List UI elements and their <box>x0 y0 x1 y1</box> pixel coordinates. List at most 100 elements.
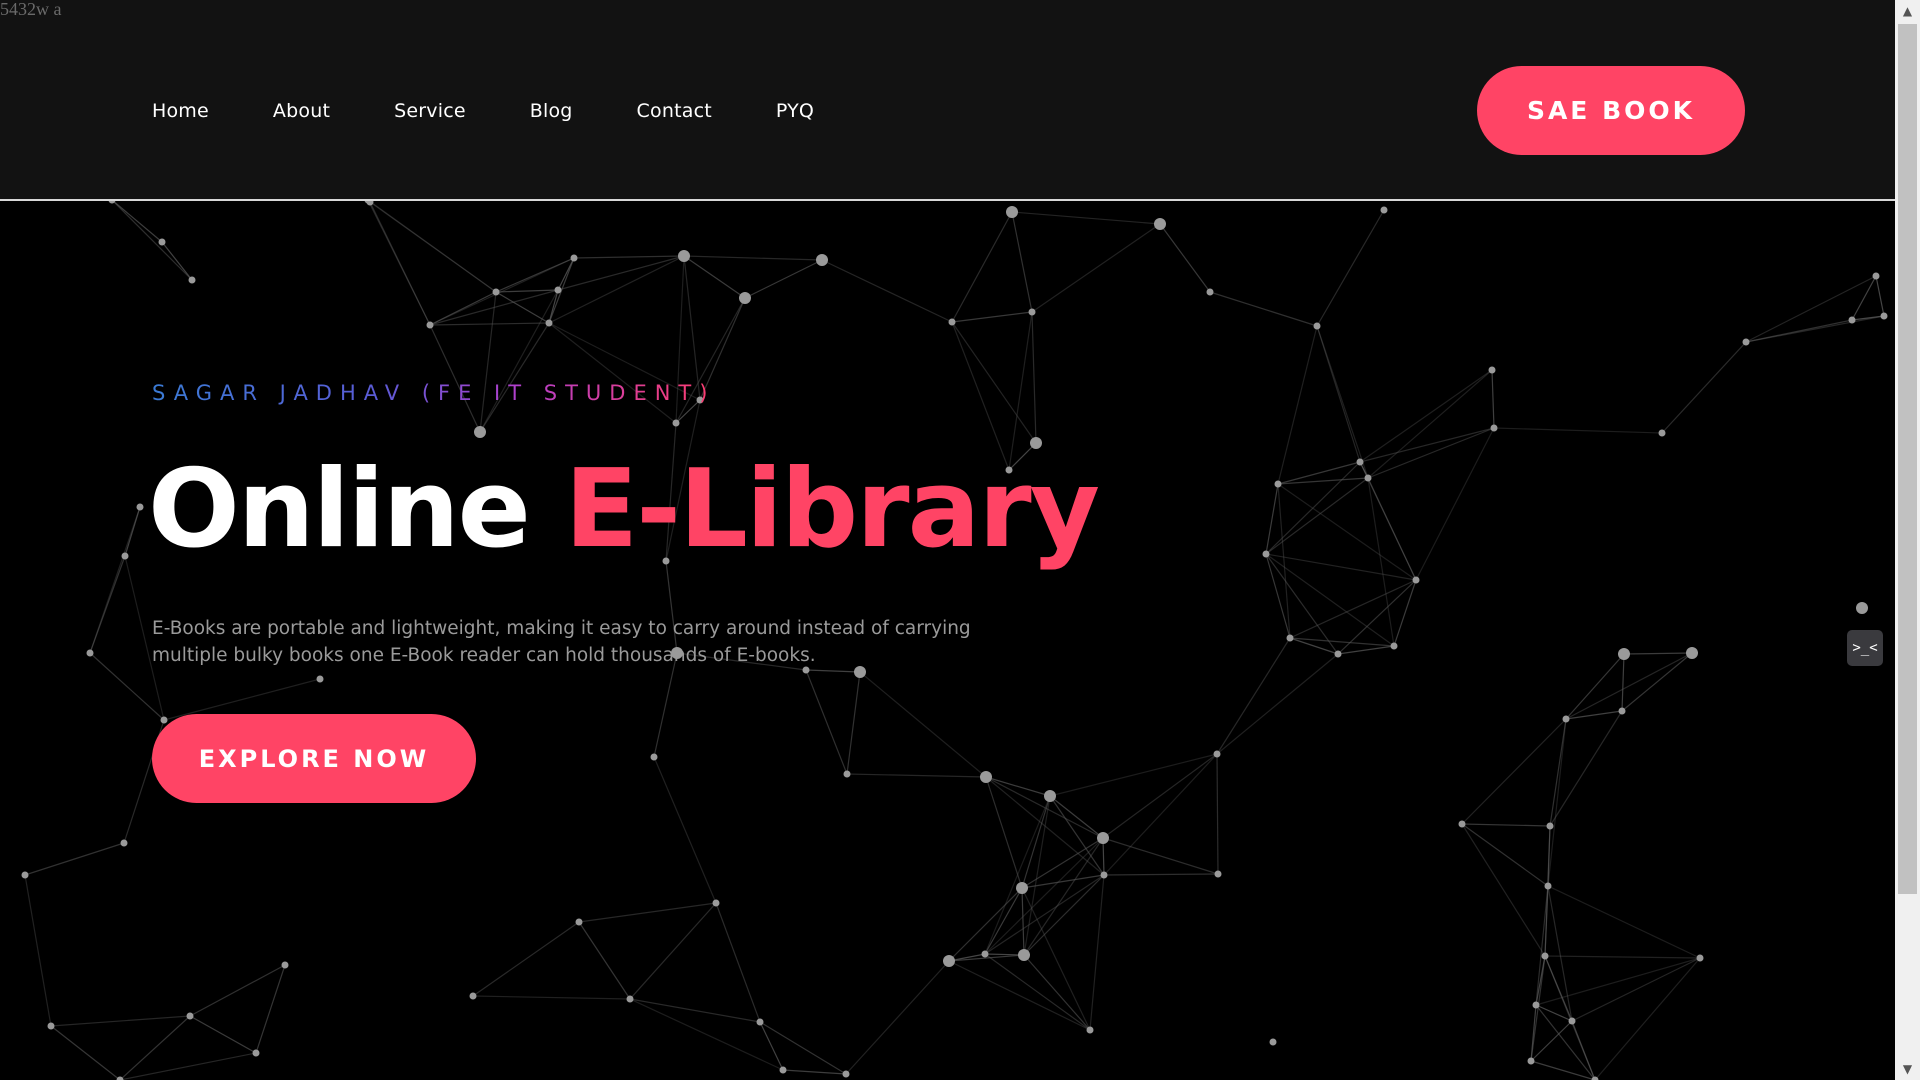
network-node <box>474 426 486 438</box>
nav-home[interactable]: Home <box>152 95 209 127</box>
vertical-scrollbar[interactable]: ▲ ▼ <box>1895 0 1920 1080</box>
network-node <box>1458 820 1466 828</box>
stray-text: 5432w a <box>0 0 62 19</box>
network-node <box>1490 424 1498 432</box>
network-node <box>1532 1001 1540 1009</box>
network-node <box>712 899 720 907</box>
network-node <box>1742 338 1750 346</box>
network-node <box>160 716 168 724</box>
network-node <box>86 649 94 657</box>
network-node <box>843 770 851 778</box>
header: Home About Service Blog Contact PYQ SAE … <box>0 0 1895 201</box>
network-node <box>1086 1026 1094 1034</box>
network-node <box>1214 870 1222 878</box>
main-nav: Home About Service Blog Contact PYQ <box>152 95 878 127</box>
network-node <box>1044 790 1056 802</box>
network-node <box>1880 312 1888 320</box>
network-node <box>678 250 690 262</box>
network-node <box>1696 954 1704 962</box>
network-node <box>121 552 129 560</box>
network-node <box>779 1066 787 1074</box>
network-node <box>188 276 196 284</box>
network-node <box>1546 822 1554 830</box>
network-node <box>842 1070 850 1078</box>
network-node <box>1568 1017 1576 1025</box>
network-node <box>1262 550 1270 558</box>
explore-now-button[interactable]: EXPLORE NOW <box>152 714 476 803</box>
network-node <box>1541 952 1549 960</box>
hero-kicker: SAGAR JADHAV (FE IT STUDENT) <box>152 381 716 405</box>
network-node <box>1364 474 1372 482</box>
network-node <box>756 1018 764 1026</box>
sae-book-button[interactable]: SAE BOOK <box>1477 66 1745 155</box>
network-node <box>1100 871 1108 879</box>
network-node <box>570 254 578 262</box>
nav-about[interactable]: About <box>273 95 330 127</box>
network-node <box>1527 1057 1535 1065</box>
network-node <box>943 955 955 967</box>
network-node <box>120 839 128 847</box>
network-node <box>469 992 477 1000</box>
network-node <box>1028 308 1036 316</box>
network-node <box>650 753 658 761</box>
network-node <box>1618 707 1626 715</box>
network-node <box>1856 602 1868 614</box>
network-node <box>1018 949 1030 961</box>
network-node <box>1488 366 1496 374</box>
hero-description: E-Books are portable and lightweight, ma… <box>152 618 971 666</box>
network-node <box>1658 429 1666 437</box>
network-node <box>739 292 751 304</box>
nav-service[interactable]: Service <box>394 95 466 127</box>
network-node <box>1097 832 1109 844</box>
network-node <box>1286 634 1294 642</box>
network-node <box>1213 750 1221 758</box>
network-node <box>626 995 634 1003</box>
network-node <box>545 319 553 327</box>
network-node <box>316 675 324 683</box>
network-node <box>1686 647 1698 659</box>
hero-title-word-elibrary: E-Library <box>564 447 1100 572</box>
network-node <box>1269 1038 1277 1046</box>
hero-title-word-online: Online <box>148 447 531 572</box>
network-node <box>1412 576 1420 584</box>
network-node <box>1872 272 1880 280</box>
nav-contact[interactable]: Contact <box>637 95 712 127</box>
network-node <box>281 961 289 969</box>
network-node <box>1356 458 1364 466</box>
network-node <box>1016 882 1028 894</box>
network-node <box>47 1022 55 1030</box>
network-node <box>1006 206 1018 218</box>
network-node <box>1618 648 1630 660</box>
network-node <box>492 288 500 296</box>
network-node <box>948 318 956 326</box>
nav-pyq[interactable]: PYQ <box>776 95 814 127</box>
network-node <box>1848 316 1856 324</box>
network-node <box>575 918 583 926</box>
hero-title: Online E-Library <box>148 440 1100 580</box>
network-node <box>1274 480 1282 488</box>
network-node <box>252 1049 260 1057</box>
network-node <box>426 321 434 329</box>
network-node <box>1334 650 1342 658</box>
network-node <box>1206 288 1214 296</box>
network-node <box>21 871 29 879</box>
network-node <box>136 503 144 511</box>
scroll-down-icon[interactable]: ▼ <box>1895 1058 1920 1080</box>
network-node <box>672 419 680 427</box>
network-node <box>1313 322 1321 330</box>
network-node <box>1390 642 1398 650</box>
network-node <box>1380 206 1388 214</box>
network-node <box>158 238 166 246</box>
face-icon[interactable]: >_< <box>1847 630 1883 666</box>
network-node <box>1154 218 1166 230</box>
scroll-up-icon[interactable]: ▲ <box>1895 0 1920 22</box>
page: 5432w a Home About Service Blog Contact … <box>0 0 1920 1080</box>
network-node <box>816 254 828 266</box>
scroll-thumb[interactable] <box>1898 24 1917 894</box>
network-node <box>980 771 992 783</box>
network-node <box>981 950 989 958</box>
network-node <box>554 286 562 294</box>
nav-blog[interactable]: Blog <box>530 95 573 127</box>
network-node <box>186 1012 194 1020</box>
network-node <box>1562 715 1570 723</box>
